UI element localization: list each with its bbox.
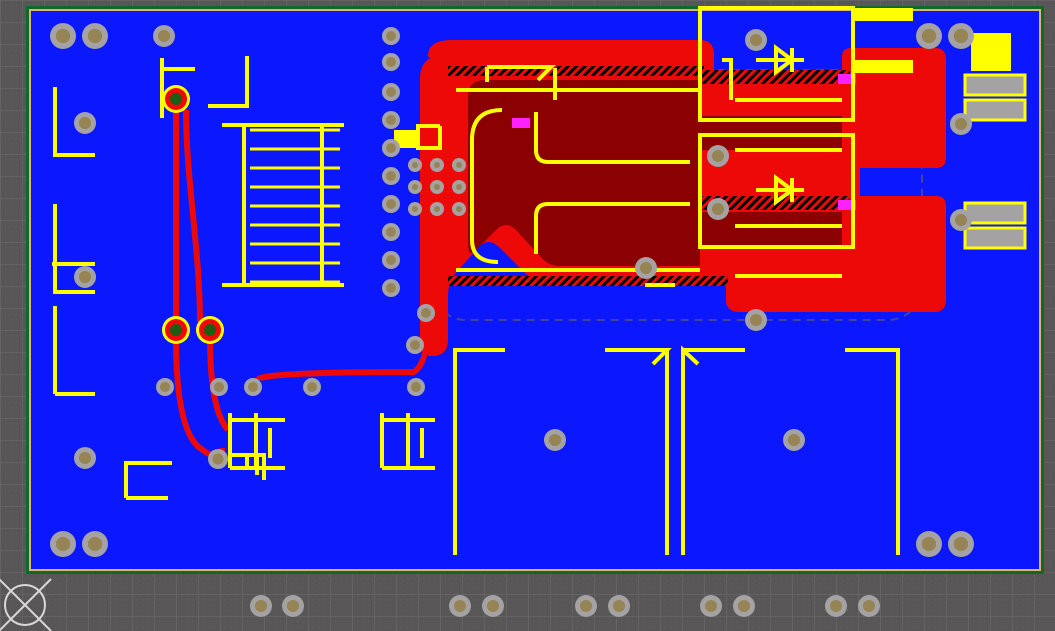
drill-hole [750, 314, 762, 326]
edge-connector-pad [965, 75, 1025, 95]
drill-hole [750, 34, 762, 46]
drill-hole [79, 452, 91, 464]
drill-hole [214, 382, 224, 392]
via-hole [456, 206, 462, 212]
drill-hole [863, 600, 875, 612]
drill-hole [738, 600, 750, 612]
via-hole [412, 206, 418, 212]
via-hole [434, 206, 440, 212]
drill-hole [386, 87, 396, 97]
drill-hole [922, 537, 936, 551]
via-hole [434, 184, 440, 190]
drill-hole [386, 115, 396, 125]
drill-hole [712, 150, 724, 162]
drill-hole [79, 271, 91, 283]
drill-hole [955, 118, 967, 130]
pcb-canvas[interactable] [0, 0, 1055, 631]
drill-hole [386, 283, 396, 293]
drill-hole [712, 203, 724, 215]
drill-hole [160, 382, 170, 392]
drill-hole [613, 600, 625, 612]
drill-hole [549, 434, 561, 446]
drill-hole [410, 340, 420, 350]
edge-connector-pad [965, 203, 1025, 223]
drill-hole [248, 382, 258, 392]
drill-hole [421, 308, 431, 318]
drill-hole [79, 117, 91, 129]
drill-hole [88, 537, 102, 551]
via-hole [170, 324, 182, 336]
drill-hole [954, 537, 968, 551]
silkscreen-box [971, 33, 1011, 71]
via-hole [170, 93, 182, 105]
drill-hole [307, 382, 317, 392]
drill-hole [158, 30, 170, 42]
via-hole [204, 324, 216, 336]
drill-hole [88, 29, 102, 43]
drill-hole [386, 227, 396, 237]
drill-hole [386, 57, 396, 67]
drill-hole [56, 29, 70, 43]
board[interactable] [28, 8, 1042, 617]
via-hole [456, 162, 462, 168]
drill-hole [640, 262, 652, 274]
via-hole [434, 162, 440, 168]
drill-hole [255, 600, 267, 612]
via-hole [412, 162, 418, 168]
drill-hole [454, 600, 466, 612]
paste-mark [512, 118, 530, 128]
edge-connector-pad [965, 100, 1025, 120]
drill-hole [955, 214, 967, 226]
drill-hole [287, 600, 299, 612]
drill-hole [788, 434, 800, 446]
drill-hole [386, 143, 396, 153]
drill-hole [954, 29, 968, 43]
drill-hole [386, 255, 396, 265]
drill-hole [487, 600, 499, 612]
drill-hole [580, 600, 592, 612]
drill-hole [386, 171, 396, 181]
clearance-hatch [448, 276, 728, 286]
edge-connector-pad [965, 228, 1025, 248]
silkscreen-box [853, 60, 913, 73]
drill-hole [830, 600, 842, 612]
silkscreen-box [853, 8, 913, 21]
drill-hole [705, 600, 717, 612]
via-hole [412, 184, 418, 190]
drill-hole [386, 199, 396, 209]
drill-hole [386, 31, 396, 41]
via-hole [456, 184, 462, 190]
drill-hole [213, 454, 224, 465]
drill-hole [56, 537, 70, 551]
drill-hole [922, 29, 936, 43]
drill-hole [411, 382, 421, 392]
